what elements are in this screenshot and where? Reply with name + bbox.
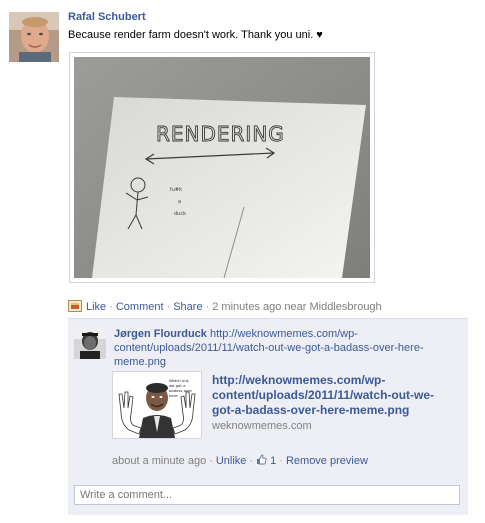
- post-actions: Like · Comment · Share · 2 minutes ago near Mi…: [68, 300, 382, 314]
- post-author-name[interactable]: Rafal Schubert: [68, 11, 146, 23]
- svg-text:fu#k: fu#k: [170, 187, 182, 193]
- link-preview-domain: weknowmemes.com: [212, 420, 312, 432]
- link-preview-thumbnail[interactable]: Watch out, we got a badass over here: [112, 371, 202, 439]
- separator: ·: [209, 455, 213, 467]
- svg-text:here: here: [169, 393, 178, 398]
- comment-meta: about a minute ago · Unlike · 1 · Remove prev…: [112, 454, 368, 467]
- remove-preview-link[interactable]: Remove preview: [286, 455, 368, 467]
- post-photo[interactable]: RENDERING fu#k a duck: [69, 52, 375, 283]
- separator: ·: [249, 455, 254, 467]
- svg-text:a: a: [178, 199, 181, 205]
- comment-likes[interactable]: 1: [256, 454, 276, 467]
- comment-text: Jørgen Flourduck http://weknowmemes.com/…: [114, 327, 464, 369]
- separator: ·: [279, 455, 283, 467]
- commenter-avatar-image: [74, 327, 106, 359]
- link-preview-title[interactable]: http://weknowmemes.com/wp-content/upload…: [212, 373, 452, 418]
- post-body: Rafal Schubert Because render farm doesn…: [68, 11, 468, 42]
- post-timestamp[interactable]: 2 minutes ago: [212, 301, 281, 313]
- meme-thumbnail-image: Watch out, we got a badass over here: [113, 372, 201, 438]
- share-link[interactable]: Share: [173, 301, 202, 313]
- commenter-avatar[interactable]: [74, 327, 106, 359]
- comment-link[interactable]: Comment: [116, 301, 164, 313]
- separator: ·: [166, 301, 171, 313]
- comments-box: Jørgen Flourduck http://weknowmemes.com/…: [68, 318, 468, 515]
- comment-timestamp[interactable]: about a minute ago: [112, 455, 206, 467]
- author-avatar-image: [9, 12, 59, 62]
- photo-drawn-title: RENDERING: [156, 122, 285, 146]
- write-comment-input[interactable]: Write a comment...: [74, 485, 460, 505]
- location-prefix: near: [284, 301, 307, 313]
- separator: ·: [205, 301, 210, 313]
- post-location[interactable]: Middlesbrough: [310, 301, 382, 313]
- separator: ·: [109, 301, 113, 313]
- news-feed-story: Rafal Schubert Because render farm doesn…: [0, 0, 485, 523]
- link-preview[interactable]: Watch out, we got a badass over here htt…: [112, 371, 462, 445]
- photo-post-icon: [68, 300, 82, 312]
- like-link[interactable]: Like: [86, 301, 106, 313]
- thumbs-up-icon: [256, 454, 267, 465]
- commenter-name[interactable]: Jørgen Flourduck: [114, 328, 207, 340]
- post-message: Because render farm doesn't work. Thank …: [68, 29, 323, 41]
- link-preview-info: http://weknowmemes.com/wp-content/upload…: [212, 373, 452, 432]
- unlike-link[interactable]: Unlike: [216, 455, 247, 467]
- photo-drawing: RENDERING fu#k a duck: [74, 57, 370, 278]
- photo-image: RENDERING fu#k a duck: [74, 57, 370, 278]
- author-avatar[interactable]: [9, 12, 59, 62]
- svg-text:duck: duck: [174, 211, 186, 217]
